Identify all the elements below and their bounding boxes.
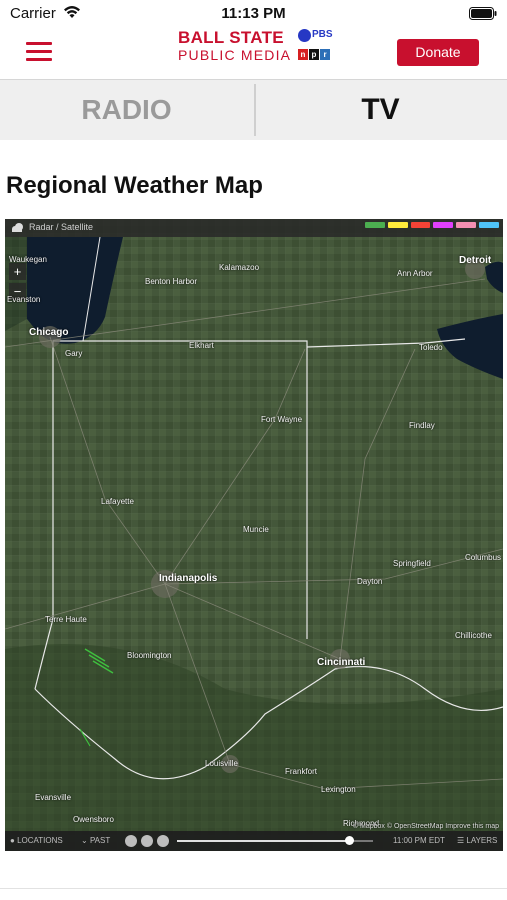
step-back-button[interactable] xyxy=(125,835,137,847)
tab-tv[interactable]: TV xyxy=(254,80,507,140)
city-label: Detroit xyxy=(459,255,492,266)
city-label: Dayton xyxy=(357,577,383,586)
npr-logo: n p r xyxy=(298,49,330,60)
app-header: BALL STATE PUBLIC MEDIA PBS n p r Donate xyxy=(0,28,507,80)
legend-swatch xyxy=(479,222,499,228)
location-pin-icon: ● xyxy=(10,836,18,845)
weather-map[interactable]: Radar / Satellite + − Waukegan Evanston … xyxy=(5,219,503,851)
city-label: Muncie xyxy=(243,525,269,534)
logo-line1: BALL STATE xyxy=(178,28,284,47)
satellite-map-image[interactable] xyxy=(5,219,503,851)
timeline-slider[interactable] xyxy=(177,836,373,845)
city-label: Elkhart xyxy=(189,341,214,350)
locations-label: LOCATIONS xyxy=(17,836,63,845)
map-time: 11:00 PM EDT xyxy=(393,836,445,845)
npr-letter-n: n xyxy=(298,49,308,60)
step-forward-button[interactable] xyxy=(157,835,169,847)
city-label: Indianapolis xyxy=(159,573,218,584)
city-label: Gary xyxy=(65,349,83,358)
city-label: Waukegan xyxy=(9,255,47,264)
layers-button[interactable]: ☰ LAYERS xyxy=(457,836,497,845)
city-label: Terre Haute xyxy=(45,615,87,624)
layers-icon: ☰ xyxy=(457,836,467,845)
legend-swatch xyxy=(433,222,454,228)
bottom-divider xyxy=(0,888,507,889)
city-label: Columbus xyxy=(465,553,502,562)
city-label: Lexington xyxy=(321,785,356,794)
city-label: Benton Harbor xyxy=(145,277,198,286)
city-label: Owensboro xyxy=(73,815,114,824)
city-label: Lafayette xyxy=(101,497,134,506)
pbs-label: PBS xyxy=(312,29,333,40)
past-button[interactable]: ⌄ PAST xyxy=(81,836,110,845)
city-label: Toledo xyxy=(419,343,443,352)
legend-swatch xyxy=(365,222,385,228)
status-bar: Carrier 11:13 PM xyxy=(0,0,507,28)
npr-letter-p: p xyxy=(309,49,319,60)
legend-swatch xyxy=(456,222,477,228)
pbs-logo: PBS xyxy=(298,29,333,43)
battery-icon xyxy=(469,7,497,20)
status-time: 11:13 PM xyxy=(221,5,286,22)
city-label: Springfield xyxy=(393,559,431,568)
npr-letter-r: r xyxy=(320,49,330,60)
city-label: Kalamazoo xyxy=(219,263,260,272)
city-label: Fort Wayne xyxy=(261,415,303,424)
legend-swatch xyxy=(387,222,408,228)
tab-bar: RADIO TV xyxy=(0,80,507,140)
city-label: Cincinnati xyxy=(317,657,366,668)
precipitation-legend xyxy=(365,222,499,233)
map-attribution[interactable]: © Mapbox © OpenStreetMap Improve this ma… xyxy=(353,823,499,830)
locations-button[interactable]: ● LOCATIONS xyxy=(10,836,63,845)
past-label: PAST xyxy=(89,836,111,845)
donate-button[interactable]: Donate xyxy=(397,39,479,66)
legend-swatch xyxy=(410,222,431,228)
city-label: Chillicothe xyxy=(455,631,492,640)
page-title: Regional Weather Map xyxy=(6,172,263,199)
city-label: Frankfort xyxy=(285,767,318,776)
layers-label: LAYERS xyxy=(466,836,498,845)
city-label: Evanston xyxy=(7,295,41,304)
map-topbar: Radar / Satellite xyxy=(5,219,503,237)
timeline-progress xyxy=(177,840,350,842)
map-mode-label: Radar / Satellite xyxy=(29,222,94,232)
tab-radio[interactable]: RADIO xyxy=(0,80,253,140)
hamburger-menu-icon[interactable] xyxy=(26,42,52,62)
zoom-in-button[interactable]: + xyxy=(9,263,26,280)
city-label: Bloomington xyxy=(127,651,172,660)
city-label: Ann Arbor xyxy=(397,269,433,278)
radar-satellite-icon xyxy=(12,223,23,232)
play-button[interactable] xyxy=(141,835,153,847)
city-label: Louisville xyxy=(205,759,238,768)
logo-line2: PUBLIC MEDIA xyxy=(178,47,292,63)
city-label: Chicago xyxy=(29,327,69,338)
chevron-down-icon: ⌄ xyxy=(81,836,90,845)
city-label: Findlay xyxy=(409,421,435,430)
pbs-circle-icon xyxy=(298,29,311,42)
timeline-thumb[interactable] xyxy=(345,836,355,845)
city-label: Evansville xyxy=(35,793,72,802)
map-controls: ● LOCATIONS ⌄ PAST 11:00 PM EDT ☰ LAYERS xyxy=(5,831,503,851)
ball-state-public-media-logo: BALL STATE PUBLIC MEDIA PBS n p r xyxy=(178,28,338,68)
